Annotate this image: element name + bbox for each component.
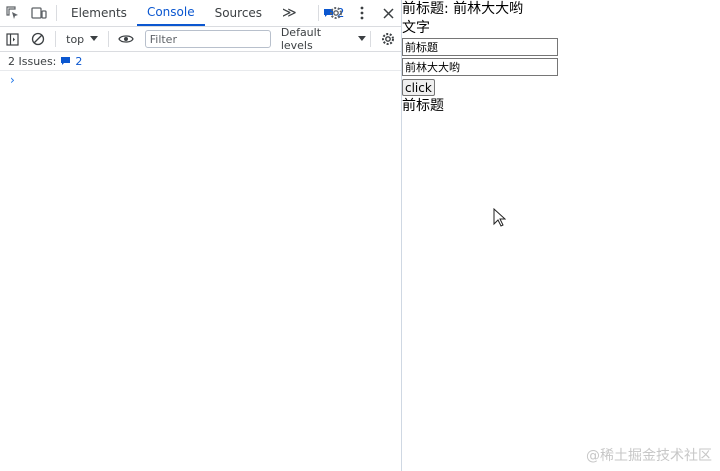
- prompt-chevron-icon: ›: [10, 73, 15, 87]
- sidebar-toggle-icon[interactable]: [0, 26, 26, 52]
- toolbar-right: [366, 26, 401, 52]
- issues-summary-row[interactable]: 2 Issues: 2: [0, 52, 401, 71]
- more-options-icon[interactable]: [349, 0, 375, 26]
- devtools-panel: Elements Console Sources ≫ 2 top Filter …: [0, 0, 402, 471]
- devtools-right-tools: [314, 0, 401, 26]
- toolbar-divider: [318, 5, 319, 21]
- log-levels-dropdown[interactable]: Default levels: [281, 26, 366, 52]
- device-toolbar-icon[interactable]: [26, 0, 52, 26]
- dropdown-arrow-icon: [90, 36, 99, 41]
- more-tabs-icon: ≫: [282, 5, 297, 21]
- devtools-tabbar: Elements Console Sources ≫ 2: [0, 0, 401, 27]
- tab-label: Sources: [214, 6, 263, 20]
- page-heading: 前标题: 前林大大哟: [402, 1, 524, 17]
- console-toolbar: top Filter Default levels: [0, 26, 401, 52]
- console-settings-gear-icon[interactable]: [375, 26, 401, 52]
- watermark: @稀土掘金技术社区: [586, 448, 712, 464]
- toolbar-divider: [55, 31, 57, 47]
- tab-console[interactable]: Console: [136, 0, 205, 26]
- toolbar-divider: [370, 31, 371, 47]
- close-icon[interactable]: [375, 0, 401, 26]
- dropdown-arrow-icon: [358, 36, 366, 41]
- page-viewport: 前标题: 前林大大哟 文字 click 前标题: [402, 0, 720, 471]
- live-expression-eye-icon[interactable]: [113, 26, 139, 52]
- clear-console-icon[interactable]: [26, 26, 52, 52]
- more-tabs-button[interactable]: ≫: [272, 0, 307, 26]
- issues-summary-label: 2 Issues:: [8, 54, 57, 68]
- message-icon: [61, 57, 71, 65]
- toolbar-divider: [56, 5, 57, 21]
- issues-summary-count: 2: [75, 54, 83, 68]
- settings-gear-icon[interactable]: [323, 0, 349, 26]
- log-levels-label: Default levels: [280, 26, 322, 52]
- context-value: top: [66, 32, 85, 46]
- tab-label: Console: [146, 5, 195, 19]
- name-input[interactable]: [402, 58, 558, 76]
- title-input[interactable]: [402, 38, 558, 56]
- console-prompt[interactable]: ›: [0, 71, 401, 89]
- tab-sources[interactable]: Sources: [205, 0, 272, 26]
- result-text: 前标题: [402, 98, 444, 114]
- click-button[interactable]: click: [402, 79, 435, 96]
- inspect-element-icon[interactable]: [0, 0, 26, 26]
- tab-elements[interactable]: Elements: [61, 0, 137, 26]
- context-select[interactable]: top: [60, 33, 104, 46]
- text-label: 文字: [402, 20, 430, 36]
- tab-label: Elements: [71, 6, 127, 20]
- mouse-cursor-icon: [493, 208, 506, 227]
- toolbar-divider: [108, 31, 110, 47]
- filter-input[interactable]: Filter: [144, 30, 271, 48]
